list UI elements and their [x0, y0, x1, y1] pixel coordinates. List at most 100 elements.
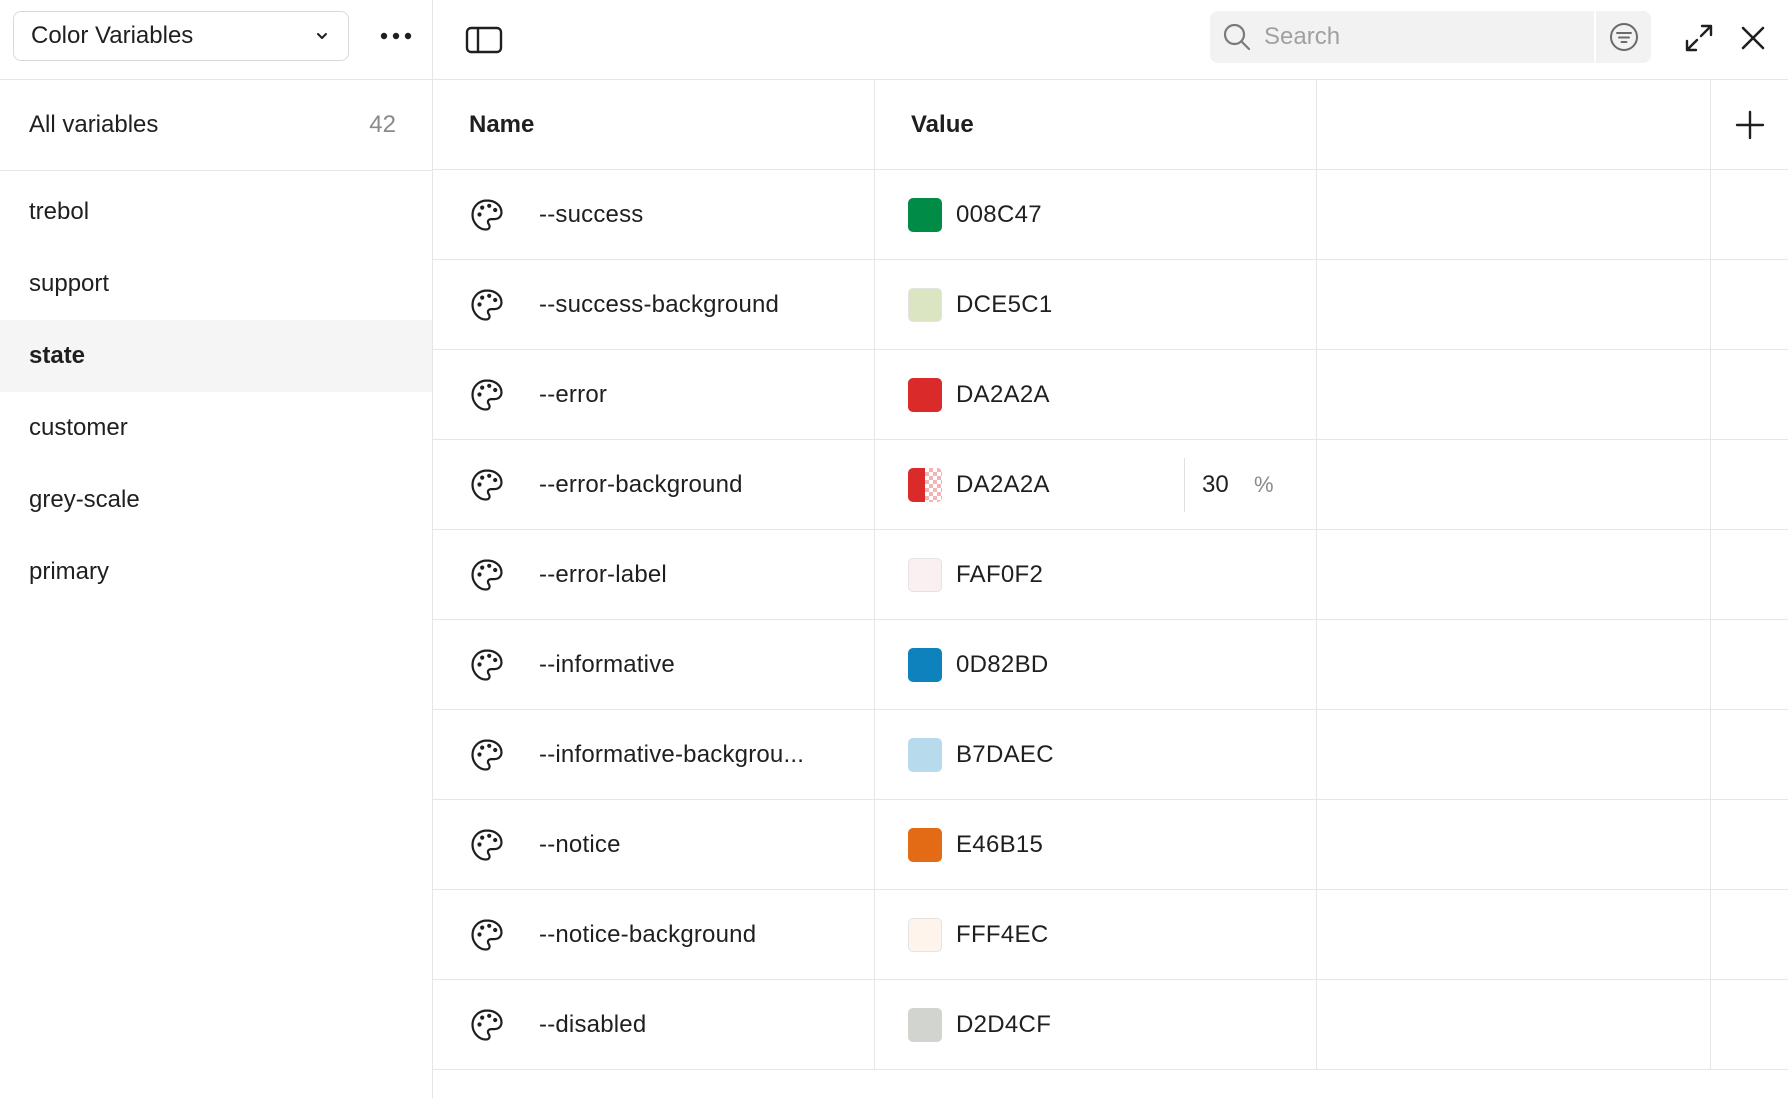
variable-value-cell[interactable]: 008C47 — [875, 170, 1317, 259]
color-swatch[interactable] — [908, 737, 942, 772]
sidebar-panel-icon — [465, 26, 503, 54]
empty-cell — [1317, 980, 1711, 1069]
variable-value-cell[interactable]: E46B15 — [875, 800, 1317, 889]
table-row[interactable]: --error-background DA2A2A 30% — [433, 440, 1788, 530]
color-swatch[interactable] — [908, 557, 942, 592]
search-input[interactable] — [1262, 22, 1566, 52]
row-end-cell — [1711, 530, 1788, 619]
variable-value-cell[interactable]: B7DAEC — [875, 710, 1317, 799]
palette-icon — [471, 468, 503, 501]
palette-icon — [471, 198, 503, 231]
table-row[interactable]: --notice E46B15 — [433, 800, 1788, 890]
color-swatch[interactable] — [908, 917, 942, 952]
group-item-customer[interactable]: customer — [0, 392, 432, 464]
row-end-cell — [1711, 710, 1788, 799]
table-row[interactable]: --success 008C47 — [433, 170, 1788, 260]
row-end-cell — [1711, 800, 1788, 889]
hex-value: FFF4EC — [956, 920, 1049, 948]
variable-value-cell[interactable]: D2D4CF — [875, 980, 1317, 1069]
row-end-cell — [1711, 440, 1788, 529]
variable-value-cell[interactable]: FFF4EC — [875, 890, 1317, 979]
variable-value-cell[interactable]: DCE5C1 — [875, 260, 1317, 349]
filter-button[interactable] — [1596, 11, 1651, 63]
color-swatch[interactable] — [908, 827, 942, 862]
hex-value: DCE5C1 — [956, 290, 1053, 318]
table-row[interactable]: --informative 0D82BD — [433, 620, 1788, 710]
close-button[interactable] — [1733, 18, 1773, 58]
color-swatch[interactable] — [908, 287, 942, 322]
variables-table: Name Value --success 008C47 --success-back… — [433, 80, 1788, 1070]
hex-value: DA2A2A — [956, 380, 1050, 408]
variable-name-cell[interactable]: --success — [433, 170, 875, 259]
variable-name-cell[interactable]: --disabled — [433, 980, 875, 1069]
empty-cell — [1317, 890, 1711, 979]
table-row[interactable]: --disabled D2D4CF — [433, 980, 1788, 1070]
empty-cell — [1317, 350, 1711, 439]
transparency-pattern — [925, 467, 942, 502]
hex-value: FAF0F2 — [956, 560, 1044, 588]
sidebar: Color Variables All variables 42 trebol s… — [0, 0, 433, 1098]
expand-button[interactable] — [1679, 18, 1719, 58]
table-row[interactable]: --success-background DCE5C1 — [433, 260, 1788, 350]
color-swatch[interactable] — [908, 377, 942, 412]
color-swatch[interactable] — [908, 467, 942, 502]
search-box — [1210, 11, 1594, 63]
variable-name-cell[interactable]: --error-label — [433, 530, 875, 619]
variable-name: --informative — [539, 650, 675, 678]
group-item-state[interactable]: state — [0, 320, 432, 392]
empty-cell — [1317, 620, 1711, 709]
collection-select-label: Color Variables — [31, 22, 194, 49]
column-header-empty — [1317, 80, 1711, 169]
empty-cell — [1317, 710, 1711, 799]
empty-cell — [1317, 530, 1711, 619]
palette-icon — [471, 648, 503, 681]
table-body: --success 008C47 --success-background DCE5C… — [433, 170, 1788, 1070]
search-icon — [1223, 23, 1251, 51]
group-item-grey-scale[interactable]: grey-scale — [0, 464, 432, 536]
hex-value: 0D82BD — [956, 650, 1049, 678]
variable-name-cell[interactable]: --informative-backgrou... — [433, 710, 875, 799]
variable-name: --success — [539, 200, 644, 228]
main-panel: Name Value --success 008C47 --success-back… — [433, 0, 1788, 1098]
variable-name-cell[interactable]: --success-background — [433, 260, 875, 349]
table-row[interactable]: --error DA2A2A — [433, 350, 1788, 440]
group-item-support[interactable]: support — [0, 248, 432, 320]
color-swatch[interactable] — [908, 1007, 942, 1042]
all-variables-item[interactable]: All variables 42 — [0, 80, 432, 171]
variable-value-cell[interactable]: FAF0F2 — [875, 530, 1317, 619]
all-variables-count: 42 — [369, 111, 396, 138]
variable-name: --notice — [539, 830, 621, 858]
table-row[interactable]: --informative-backgrou... B7DAEC — [433, 710, 1788, 800]
palette-icon — [471, 378, 503, 411]
variable-value-cell[interactable]: 0D82BD — [875, 620, 1317, 709]
table-header-row: Name Value — [433, 80, 1788, 170]
alpha-field[interactable]: 30% — [1184, 458, 1274, 512]
group-item-trebol[interactable]: trebol — [0, 176, 432, 248]
color-swatch[interactable] — [908, 647, 942, 682]
color-swatch[interactable] — [908, 197, 942, 232]
collection-select[interactable]: Color Variables — [13, 11, 349, 61]
table-row[interactable]: --notice-background FFF4EC — [433, 890, 1788, 980]
variable-name-cell[interactable]: --informative — [433, 620, 875, 709]
more-options-button[interactable] — [374, 16, 418, 56]
add-mode-button[interactable] — [1730, 105, 1770, 145]
variable-name: --success-background — [539, 290, 780, 318]
all-variables-label: All variables — [29, 111, 159, 138]
group-list: trebol support state customer grey-scale prim… — [0, 171, 432, 608]
table-row[interactable]: --error-label FAF0F2 — [433, 530, 1788, 620]
variable-value-cell[interactable]: DA2A2A — [875, 350, 1317, 439]
variable-name-cell[interactable]: --notice — [433, 800, 875, 889]
empty-cell — [1317, 440, 1711, 529]
variable-name-cell[interactable]: --notice-background — [433, 890, 875, 979]
variable-name: --informative-backgrou... — [539, 740, 805, 768]
toggle-sidebar-button[interactable] — [465, 20, 503, 60]
add-column-cell — [1711, 80, 1788, 169]
variable-name-cell[interactable]: --error — [433, 350, 875, 439]
variable-value-cell[interactable]: DA2A2A 30% — [875, 440, 1317, 529]
palette-icon — [471, 288, 503, 321]
row-end-cell — [1711, 890, 1788, 979]
group-item-primary[interactable]: primary — [0, 536, 432, 608]
variable-name-cell[interactable]: --error-background — [433, 440, 875, 529]
expand-icon — [1685, 24, 1713, 52]
column-header-name: Name — [433, 80, 875, 169]
